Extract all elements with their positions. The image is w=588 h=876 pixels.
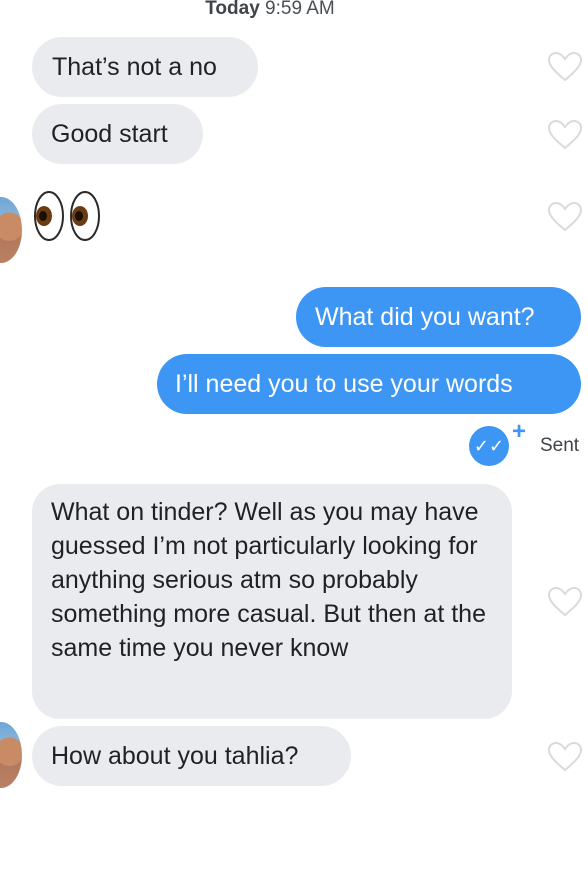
message-bubble-incoming[interactable]: That’s not a no — [32, 37, 258, 97]
message-text: Good start — [51, 120, 168, 148]
heart-icon[interactable] — [548, 120, 582, 150]
eye-emoji-icon — [69, 190, 101, 242]
heart-icon[interactable] — [548, 202, 582, 232]
timestamp: Today 9:59 AM — [0, 0, 540, 20]
emoji-message[interactable] — [33, 186, 109, 246]
message-text: How about you tahlia? — [51, 742, 299, 770]
timestamp-day: Today — [205, 0, 260, 19]
heart-icon[interactable] — [548, 52, 582, 82]
message-bubble-outgoing[interactable]: I’ll need you to use your words — [157, 354, 581, 414]
read-receipt: ✓✓ + Sent — [469, 418, 584, 466]
message-bubble-outgoing[interactable]: What did you want? — [296, 287, 581, 347]
eye-emoji-icon — [33, 190, 65, 242]
plus-icon[interactable]: + — [512, 418, 526, 446]
message-text: I’ll need you to use your words — [175, 370, 513, 398]
message-bubble-incoming[interactable]: Good start — [32, 104, 203, 164]
avatar[interactable] — [0, 197, 22, 263]
timestamp-time: 9:59 AM — [265, 0, 335, 19]
sent-status: Sent — [540, 435, 580, 456]
heart-icon[interactable] — [548, 742, 582, 772]
double-check-icon[interactable]: ✓✓ — [469, 426, 509, 466]
message-bubble-incoming[interactable]: What on tinder? Well as you may have gue… — [32, 484, 512, 719]
message-text: That’s not a no — [52, 53, 217, 81]
avatar[interactable] — [0, 722, 22, 788]
message-text: What did you want? — [315, 303, 535, 331]
heart-icon[interactable] — [548, 587, 582, 617]
message-bubble-incoming[interactable]: How about you tahlia? — [32, 726, 351, 786]
message-text: What on tinder? Well as you may have gue… — [51, 498, 486, 662]
